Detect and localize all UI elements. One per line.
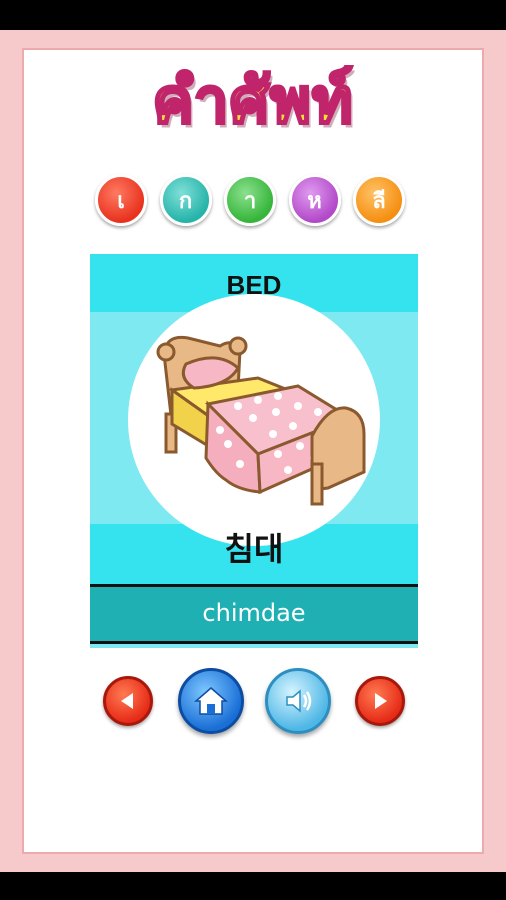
home-icon — [193, 687, 229, 715]
arrow-right-icon — [375, 693, 387, 709]
next-button[interactable] — [355, 676, 405, 726]
speaker-icon — [286, 689, 312, 713]
romanization-bar: chimdae — [90, 584, 418, 644]
letter-ball[interactable]: เ — [95, 174, 147, 226]
sound-button[interactable] — [265, 668, 331, 734]
home-button[interactable] — [178, 668, 244, 734]
letter-ball[interactable]: ก — [159, 174, 212, 226]
page-title: คำศัพท์ — [151, 63, 354, 139]
prev-button[interactable] — [103, 676, 153, 726]
letter-ball[interactable]: ห — [288, 174, 341, 226]
korean-word: 침대 — [224, 530, 284, 568]
romanization-text: chimdae — [202, 599, 306, 627]
vocab-card: BED 침대 chimdae — [90, 254, 418, 648]
letter-ball[interactable]: า — [224, 174, 276, 226]
letter-ball[interactable]: ลี — [353, 174, 405, 226]
bed-illustration — [156, 335, 366, 506]
english-word: BED — [226, 270, 282, 300]
category-letters: เ ก า ห ลี — [95, 170, 405, 230]
image-circle — [128, 294, 380, 546]
arrow-left-icon — [121, 693, 133, 709]
